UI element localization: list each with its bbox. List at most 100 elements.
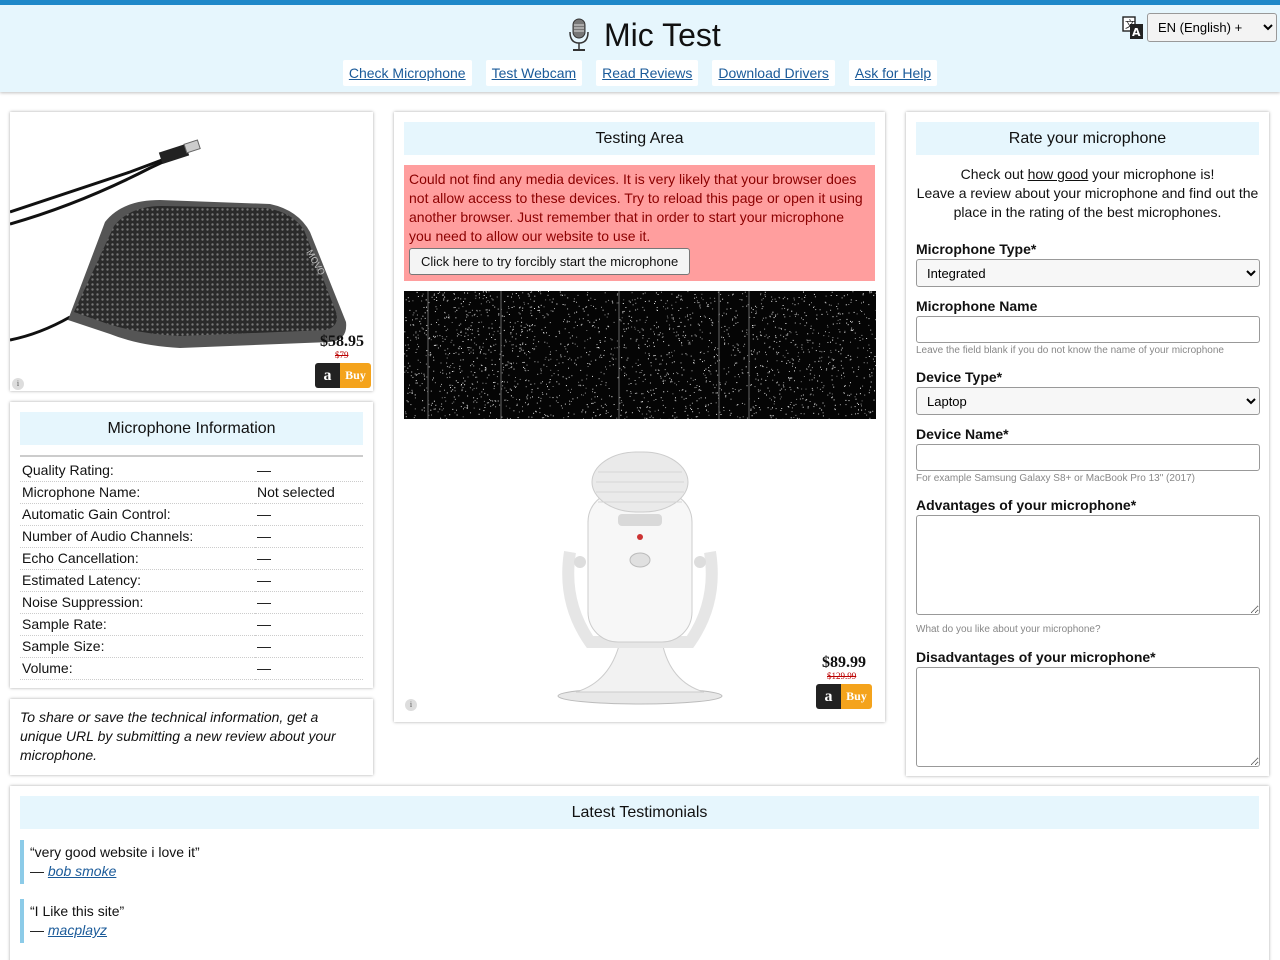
error-message: Could not find any media devices. It is … — [409, 171, 863, 244]
ad2-old-price: $129.99 — [827, 671, 857, 681]
mic-type-label: Microphone Type* — [916, 241, 1037, 257]
info-value: — — [255, 635, 363, 658]
testimonial-text: “I Like this site” — [30, 903, 125, 919]
intro-text: Check out — [960, 166, 1028, 182]
buy-button[interactable]: a Buy — [315, 363, 371, 388]
testing-area-panel: Testing Area Could not find any media de… — [394, 112, 885, 722]
rate-intro: Check out how good your microphone is! L… — [916, 165, 1259, 222]
info-value: — — [255, 569, 363, 592]
device-name-input[interactable] — [916, 444, 1260, 471]
info-label: Sample Size: — [20, 635, 255, 658]
brand[interactable]: Mic Test — [566, 13, 721, 57]
info-row: Sample Rate: — — [20, 613, 363, 636]
device-type-label: Device Type* — [916, 369, 1003, 385]
ad-old-price: $79 — [335, 350, 349, 360]
info-label: Number of Audio Channels: — [20, 525, 255, 548]
device-name-hint: For example Samsung Galaxy S8+ or MacBoo… — [916, 473, 1195, 484]
force-start-button[interactable]: Click here to try forcibly start the mic… — [409, 248, 691, 275]
mic-name-label: Microphone Name — [916, 298, 1038, 314]
conference-microphone-image: MOVO — [10, 139, 347, 348]
info-label: Echo Cancellation: — [20, 547, 255, 570]
info-value: Not selected — [255, 481, 363, 504]
amazon-icon: a — [315, 363, 340, 388]
info-icon[interactable]: i — [12, 378, 24, 390]
disadvantages-textarea[interactable] — [916, 667, 1260, 767]
mic-name-hint: Leave the field blank if you do not know… — [916, 345, 1224, 356]
buy-button-2[interactable]: a Buy — [816, 684, 872, 709]
testimonial-author-link[interactable]: macplayz — [48, 922, 107, 938]
microphone-info-title: Microphone Information — [20, 412, 363, 445]
info-label: Automatic Gain Control: — [20, 503, 255, 526]
site-title: Mic Test — [604, 16, 721, 53]
translate-icon: 文 A — [1122, 16, 1143, 39]
info-row: Automatic Gain Control: — — [20, 503, 363, 526]
language-select[interactable]: EN (English) + — [1147, 13, 1277, 42]
ad2-price: $89.99 — [822, 654, 866, 671]
nav-ask-for-help[interactable]: Ask for Help — [848, 60, 938, 86]
info-icon[interactable]: i — [405, 699, 417, 711]
testing-area-title: Testing Area — [404, 122, 875, 155]
testimonials-title: Latest Testimonials — [20, 796, 1259, 829]
advantages-label: Advantages of your microphone* — [916, 497, 1137, 513]
testimonials-panel: Latest Testimonials “very good website i… — [10, 786, 1269, 960]
info-value: — — [255, 613, 363, 636]
divider — [20, 455, 363, 457]
info-row: Number of Audio Channels: — — [20, 525, 363, 548]
info-label: Volume: — [20, 657, 255, 680]
device-type-select[interactable]: Laptop — [916, 387, 1260, 415]
nav-check-microphone[interactable]: Check Microphone — [342, 60, 472, 86]
site-header: Mic Test Check Microphone Test Webcam Re… — [0, 0, 1280, 92]
intro-text-2: Leave a review about your microphone and… — [916, 185, 1259, 220]
info-value: — — [255, 657, 363, 680]
error-alert: Could not find any media devices. It is … — [404, 165, 875, 281]
info-value: — — [255, 525, 363, 548]
info-value: — — [255, 459, 363, 482]
nav-test-webcam[interactable]: Test Webcam — [485, 60, 583, 86]
testimonial: “very good website i love it” — bob smok… — [20, 840, 1259, 884]
share-note: To share or save the technical informati… — [10, 699, 373, 775]
info-label: Quality Rating: — [20, 459, 255, 482]
info-label: Microphone Name: — [20, 481, 255, 504]
info-row: Quality Rating: — — [20, 459, 363, 482]
info-label: Estimated Latency: — [20, 569, 255, 592]
mic-type-select[interactable]: Integrated — [916, 259, 1260, 287]
audio-visualizer — [404, 291, 876, 419]
disadvantages-label: Disadvantages of your microphone* — [916, 649, 1156, 665]
testimonial-author-link[interactable]: bob smoke — [48, 863, 116, 879]
nav-download-drivers[interactable]: Download Drivers — [712, 60, 835, 86]
main-nav: Check Microphone Test Webcam Read Review… — [0, 60, 1280, 86]
info-value: — — [255, 547, 363, 570]
nav-read-reviews[interactable]: Read Reviews — [596, 60, 699, 86]
microphone-info-table: Quality Rating: — Microphone Name: Not sele… — [20, 459, 363, 680]
testimonial-author-line: — bob smoke — [30, 863, 117, 879]
info-row: Microphone Name: Not selected — [20, 481, 363, 504]
buy-label: Buy — [841, 684, 872, 709]
svg-text:A: A — [1132, 26, 1141, 39]
testimonial: “I Like this site” — macplayz — [20, 899, 1259, 943]
info-row: Estimated Latency: — — [20, 569, 363, 592]
rate-microphone-panel: Rate your microphone Check out how good … — [906, 112, 1269, 776]
advantages-textarea[interactable] — [916, 515, 1260, 615]
advantages-hint: What do you like about your microphone? — [916, 624, 1101, 635]
how-good-link[interactable]: how good — [1028, 166, 1089, 182]
info-row: Noise Suppression: — — [20, 591, 363, 614]
ad-price: $58.95 — [320, 333, 364, 350]
product-ad-left[interactable]: MOVO $58.95 $79 a Buy i — [10, 112, 373, 391]
mic-name-input[interactable] — [916, 316, 1260, 343]
rate-title: Rate your microphone — [916, 122, 1259, 155]
microphone-info-panel: Microphone Information Quality Rating: — M… — [10, 402, 373, 688]
info-label: Sample Rate: — [20, 613, 255, 636]
info-row: Sample Size: — — [20, 635, 363, 658]
device-name-label: Device Name* — [916, 426, 1009, 442]
microphone-icon — [569, 18, 589, 51]
testimonial-author-line: — macplayz — [30, 922, 108, 938]
info-value: — — [255, 503, 363, 526]
intro-text: your microphone is! — [1088, 166, 1215, 182]
usb-microphone-image — [557, 451, 723, 705]
info-label: Noise Suppression: — [20, 591, 255, 614]
amazon-icon: a — [816, 684, 841, 709]
testimonial-text: “very good website i love it” — [30, 844, 200, 860]
info-row: Volume: — — [20, 657, 363, 680]
buy-label: Buy — [340, 363, 371, 388]
info-row: Echo Cancellation: — — [20, 547, 363, 570]
